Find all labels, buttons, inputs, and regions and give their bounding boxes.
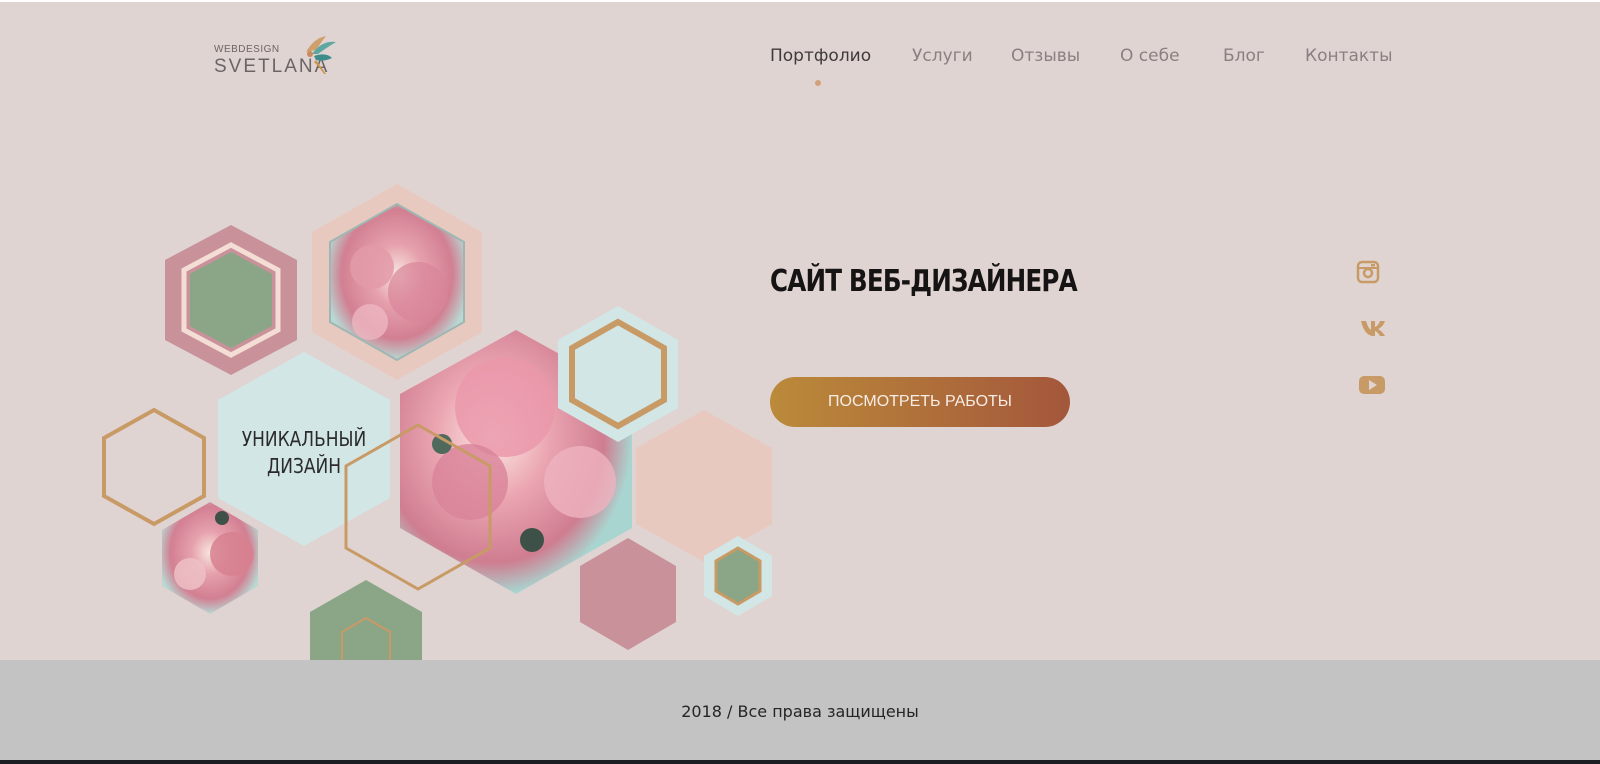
youtube-link[interactable] bbox=[1358, 374, 1386, 402]
nav-item-reviews[interactable]: Отзывы bbox=[1011, 46, 1080, 66]
copyright-text: 2018 / Все права защищены bbox=[681, 702, 919, 721]
hexagon-rose-bottom bbox=[580, 538, 676, 650]
nav-item-blog[interactable]: Блог bbox=[1223, 46, 1265, 66]
main-nav: Портфолио Услуги Отзывы О себе Блог Конт… bbox=[770, 46, 1393, 96]
hummingbird-icon bbox=[306, 36, 336, 74]
hexagon-small-flowers bbox=[162, 502, 258, 614]
active-nav-indicator bbox=[815, 80, 821, 86]
view-works-button[interactable]: ПОСМОТРЕТЬ РАБОТЫ bbox=[770, 377, 1070, 427]
footer: 2018 / Все права защищены bbox=[0, 660, 1600, 760]
nav-item-portfolio[interactable]: Портфолио bbox=[770, 46, 871, 66]
unique-design-line1: УНИКАЛЬНЫЙ bbox=[241, 427, 367, 451]
youtube-icon bbox=[1359, 376, 1385, 394]
hexagon-peach-flowers bbox=[312, 184, 482, 380]
instagram-icon bbox=[1356, 260, 1380, 284]
os-taskbar bbox=[0, 760, 1600, 764]
page-title: САЙТ ВЕБ-ДИЗАЙНЕРА bbox=[770, 264, 1078, 299]
vk-icon bbox=[1361, 321, 1385, 336]
nav-item-services[interactable]: Услуги bbox=[912, 46, 973, 66]
page-background: WEBDESIGN SVETLANA Портфолио Услуги Отзы… bbox=[0, 0, 1600, 662]
unique-design-line2: ДИЗАЙН bbox=[266, 454, 342, 478]
logo[interactable]: WEBDESIGN SVETLANA bbox=[214, 36, 344, 82]
nav-item-about[interactable]: О себе bbox=[1120, 46, 1180, 66]
hexagon-sage-bottom bbox=[310, 580, 422, 662]
hexagon-peach-right bbox=[636, 410, 772, 562]
nav-item-contacts[interactable]: Контакты bbox=[1305, 46, 1393, 66]
hexagon-rose-sage bbox=[165, 225, 297, 375]
logo-small-text: WEBDESIGN bbox=[214, 44, 280, 55]
hexagon-gold-outline-left bbox=[102, 407, 206, 527]
unique-design-label: УНИКАЛЬНЫЙ ДИЗАЙН bbox=[231, 426, 377, 480]
vk-link[interactable] bbox=[1360, 318, 1388, 346]
hexagon-collage bbox=[102, 184, 772, 662]
instagram-link[interactable] bbox=[1356, 260, 1384, 288]
